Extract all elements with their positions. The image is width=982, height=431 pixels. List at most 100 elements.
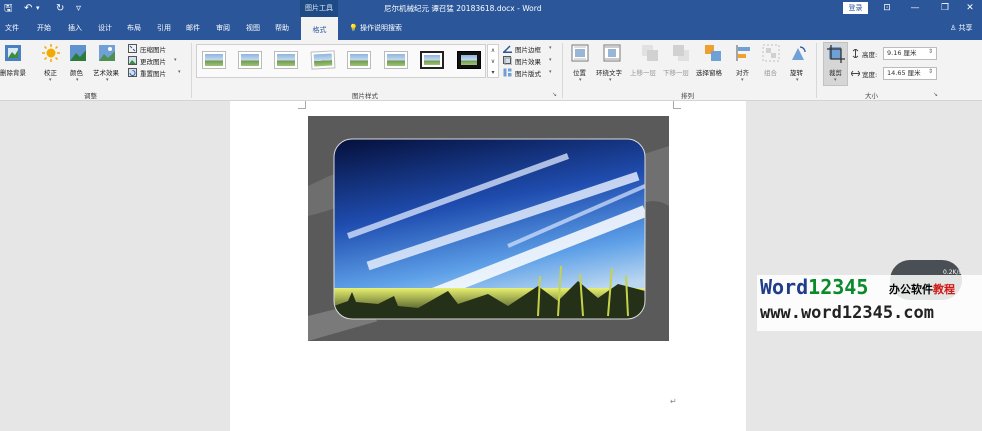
height-spinner-icon[interactable]: ⇕ [928,48,933,55]
picture-style-5[interactable] [347,51,371,69]
change-picture-label: 更改图片 [140,58,166,66]
ribbon: 删除背景 校正 ▾ 颜色 ▾ 艺术效果 ▾ 压缩图片 更改图片 ▾ 重置图片 ▾… [0,40,982,101]
share-label: 共享 [958,24,973,32]
watermark-brand-number: 12345 [808,275,869,299]
ribbon-display-options-icon[interactable]: ⊡ [880,0,894,17]
paragraph-mark: ↵ [670,397,677,406]
customize-qat-icon[interactable]: ▿ [76,2,86,15]
picture-styles-launcher-icon[interactable]: ↘ [552,91,557,98]
bring-forward-icon [642,45,658,61]
height-icon [852,49,859,58]
bring-forward-label: 上移一层 [630,69,656,77]
watermark-subtitle: 办公软件教程 [889,281,955,297]
tab-help[interactable]: 帮助 [275,17,289,40]
align-icon [736,45,750,61]
share-button[interactable]: ♙ 共享 [950,17,973,40]
picture-border-icon [503,45,512,53]
gallery-up-icon[interactable]: ∧ [488,45,498,56]
color-icon [70,45,86,61]
separator [816,43,817,98]
tab-review[interactable]: 审阅 [216,17,230,40]
remove-background-label: 删除背景 [0,69,26,77]
restore-icon[interactable]: ❐ [938,0,952,17]
save-icon[interactable]: 🖫 [4,2,14,15]
compress-icon [128,44,137,53]
picture-style-4[interactable] [310,50,336,70]
arrange-group-label: 排列 [681,92,694,100]
align-dropdown-icon: ▾ [741,77,744,83]
person-icon: ♙ [950,24,957,32]
picture-style-6[interactable] [384,51,408,69]
ribbon-tabs: 文件 开始 插入 设计 布局 引用 邮件 审阅 视图 帮助 格式 💡 操作说明搜… [0,17,982,40]
quick-access-toolbar: 🖫 ↶ ▾ ↻ ▿ [4,2,86,15]
tab-mailings[interactable]: 邮件 [186,17,200,40]
crop-icon [827,45,845,63]
position-dropdown-icon: ▾ [579,77,582,83]
word-window: 🖫 ↶ ▾ ↻ ▿ 图片工具 尼尔机械纪元 谭召猛 20183618.docx … [0,0,982,431]
picture-style-7[interactable] [420,51,444,69]
size-group-label: 大小 [865,92,878,100]
picture-border-dropdown-icon: ▾ [549,45,552,51]
picture-effects-dropdown-icon: ▾ [549,57,552,63]
width-spinner-icon[interactable]: ⇕ [928,68,933,75]
picture-style-8[interactable] [457,51,481,69]
rotate-label: 旋转 [790,69,803,77]
undo-dropdown-icon[interactable]: ▾ [36,2,46,15]
tab-insert[interactable]: 插入 [68,17,82,40]
sun-icon [42,44,60,62]
rotate-dropdown-icon: ▾ [796,77,799,83]
document-title: 尼尔机械纪元 谭召猛 20183618.docx - Word [384,4,542,13]
color-dropdown-icon: ▾ [76,77,79,83]
remove-background-icon [5,45,21,61]
corrections-label: 校正 [44,69,57,77]
picture-style-1[interactable] [202,51,226,69]
picture-layout-dropdown-icon: ▾ [549,69,552,75]
picture-style-3[interactable] [274,51,298,69]
artistic-effects-dropdown-icon: ▾ [106,77,109,83]
picture-style-2[interactable] [238,51,262,69]
crop-dropdown-icon: ▾ [834,77,837,83]
close-icon[interactable]: ✕ [963,0,977,17]
adjust-group-label: 调整 [84,92,97,100]
redo-icon[interactable]: ↻ [56,2,66,15]
document-area: ↵ [0,101,982,431]
tab-home[interactable]: 开始 [37,17,51,40]
margin-corner-mark [298,101,306,109]
artistic-effects-icon [99,45,115,61]
sky-landscape-image [308,116,669,341]
picture-layout-icon [503,68,512,77]
group-objects-icon [762,44,780,62]
margin-corner-mark [673,101,681,109]
align-label: 对齐 [736,69,749,77]
watermark-logo: Word12345 办公软件教程 www.word12345.com [757,275,982,331]
position-label: 位置 [573,69,586,77]
change-picture-dropdown-icon: ▾ [174,57,177,63]
tell-me-search[interactable]: 💡 操作说明搜索 [349,17,402,40]
login-button[interactable]: 登录 [843,2,868,14]
minimize-icon[interactable]: — [908,0,922,17]
selected-picture[interactable] [308,116,669,341]
tab-layout[interactable]: 布局 [127,17,141,40]
lightbulb-icon: 💡 [349,24,358,32]
watermark-brand-word: Word [760,275,809,299]
group-objects-label: 组合 [764,69,777,77]
tab-format[interactable]: 格式 [301,17,338,40]
undo-icon[interactable]: ↶ [24,2,34,15]
rotate-icon [792,46,806,60]
tab-view[interactable]: 视图 [246,17,260,40]
crop-button[interactable]: 裁剪 ▾ [823,42,848,86]
gallery-down-icon[interactable]: ∨ [488,56,498,67]
reset-picture-dropdown-icon: ▾ [178,69,181,75]
gallery-scroll[interactable]: ∧ ∨ ▾ [487,44,499,78]
tab-references[interactable]: 引用 [157,17,171,40]
color-label: 颜色 [70,69,83,77]
size-launcher-icon[interactable]: ↘ [933,91,938,98]
height-label: 高度: [862,51,878,59]
gallery-more-icon[interactable]: ▾ [488,67,498,78]
tab-design[interactable]: 设计 [98,17,112,40]
tell-me-label: 操作说明搜索 [359,24,402,32]
tab-file[interactable]: 文件 [5,17,19,40]
wrap-text-dropdown-icon: ▾ [609,77,612,83]
picture-tools-context-label: 图片工具 [300,0,338,17]
corrections-dropdown-icon: ▾ [49,77,52,83]
